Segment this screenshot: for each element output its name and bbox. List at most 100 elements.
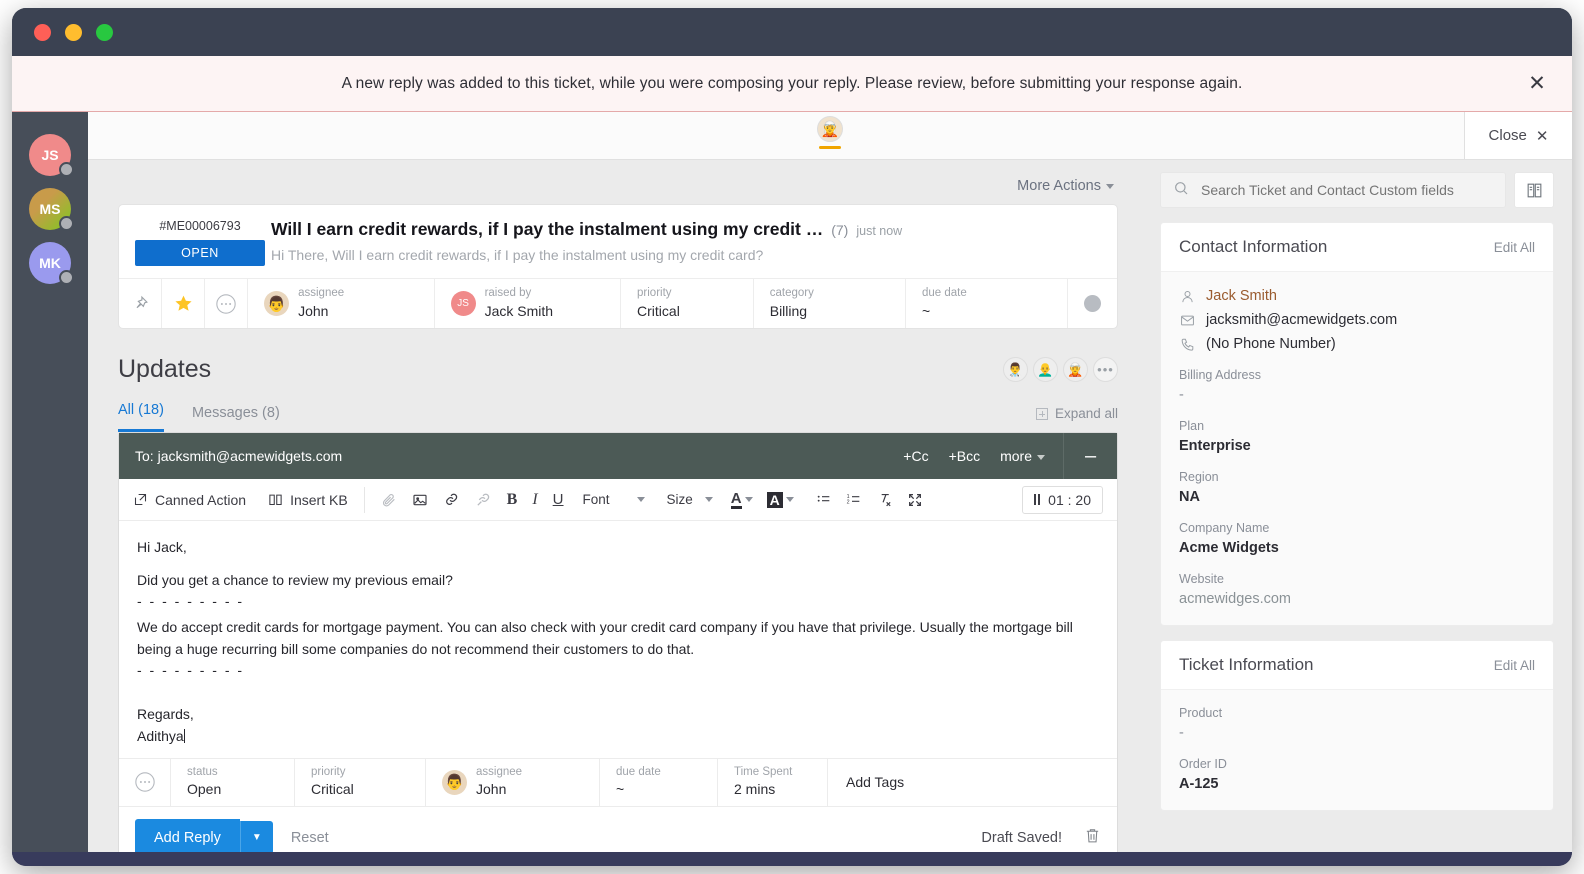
ticket-prop-category[interactable]: category Billing (754, 279, 906, 328)
fullscreen-icon[interactable] (907, 492, 923, 508)
ticket-prop-priority[interactable]: priority Critical (621, 279, 754, 328)
search-input[interactable] (1201, 182, 1493, 198)
to-address[interactable]: jacksmith@acmewidgets.com (158, 448, 343, 464)
participant-avatar[interactable]: 🧝 (1063, 357, 1088, 382)
ticket-subject-row[interactable]: Will I earn credit rewards, if I pay the… (271, 219, 1101, 240)
contact-email-row[interactable]: jacksmith@acmewidgets.com (1179, 312, 1535, 328)
prop-value: Open (187, 781, 222, 798)
add-reply-dropdown-button[interactable]: ▼ (239, 821, 273, 852)
image-icon[interactable] (412, 492, 428, 508)
edit-all-button[interactable]: Edit All (1494, 658, 1535, 673)
numbered-list-icon[interactable]: 12 (846, 492, 862, 508)
composer-body[interactable]: Hi Jack, Did you get a chance to review … (119, 521, 1117, 758)
body-paragraph: We do accept credit cards for mortgage p… (137, 619, 1073, 657)
reset-button[interactable]: Reset (291, 830, 329, 846)
bullet-list-icon[interactable] (816, 492, 832, 508)
unlink-icon[interactable] (475, 491, 492, 508)
participant-avatar[interactable]: 👨‍🦲 (1033, 357, 1058, 382)
right-sidebar: Contact Information Edit All Jack Smith (1148, 160, 1572, 852)
composer-prop-status[interactable]: status Open (171, 758, 295, 806)
window-bottom-bar (12, 852, 1572, 866)
star-icon[interactable] (162, 279, 206, 328)
highlight-color-icon[interactable]: A (766, 491, 794, 508)
field-value[interactable]: NA (1179, 489, 1535, 505)
minimize-icon[interactable]: – (1063, 433, 1117, 479)
link-icon[interactable] (443, 491, 460, 508)
gray-dot-icon (1084, 295, 1102, 312)
toolbar-divider (363, 486, 365, 513)
field-value[interactable]: Acme Widgets (1179, 540, 1535, 556)
composer-to-row: To: jacksmith@acmewidgets.com +Cc +Bcc m… (119, 433, 1117, 479)
rail-avatar-js[interactable]: JS (29, 134, 74, 177)
italic-icon[interactable]: I (532, 491, 537, 509)
tab-messages[interactable]: Messages (8) (192, 405, 280, 432)
close-label: Close (1488, 127, 1527, 144)
contact-phone-row[interactable]: (No Phone Number) (1179, 336, 1535, 352)
search-field-wrapper[interactable] (1160, 172, 1506, 208)
insert-kb-button[interactable]: Insert KB (268, 492, 348, 508)
plus-box-icon (1035, 407, 1048, 420)
composer-prop-priority[interactable]: priority Critical (295, 758, 426, 806)
status-badge[interactable]: OPEN (135, 240, 265, 266)
reply-composer: To: jacksmith@acmewidgets.com +Cc +Bcc m… (118, 432, 1118, 852)
add-reply-button[interactable]: Add Reply (135, 818, 240, 852)
field-value[interactable]: A-125 (1179, 776, 1535, 792)
search-icon (1173, 180, 1189, 201)
ticket-timestamp: just now (856, 224, 903, 238)
close-ticket-button[interactable]: Close ✕ (1464, 112, 1572, 159)
envelope-icon (1179, 313, 1195, 328)
ellipsis-icon[interactable] (205, 279, 249, 328)
ellipsis-icon[interactable] (119, 758, 171, 806)
close-icon: ✕ (1535, 127, 1549, 145)
expand-all-button[interactable]: Expand all (1035, 406, 1118, 432)
window-minimize-button[interactable] (65, 23, 82, 41)
composer-prop-assignee[interactable]: 👨 assignee John (426, 758, 600, 806)
attachment-icon[interactable] (381, 492, 397, 508)
window-close-button[interactable] (34, 23, 51, 41)
more-options-button[interactable]: more (1000, 448, 1045, 464)
add-tags-button[interactable]: Add Tags (828, 759, 1117, 806)
clear-format-icon[interactable] (876, 491, 893, 508)
bold-icon[interactable]: B (507, 491, 518, 509)
contact-name-row[interactable]: Jack Smith (1179, 288, 1535, 304)
active-tab-avatar[interactable]: 🧝 (815, 116, 845, 149)
composer-property-bar: status Open priority Critical 👨 assignee… (119, 757, 1117, 806)
underline-icon[interactable]: U (553, 491, 564, 508)
field-value[interactable]: - (1179, 387, 1535, 403)
window-zoom-button[interactable] (96, 23, 113, 41)
pin-icon[interactable] (119, 279, 163, 328)
field-value[interactable]: acmewidges.com (1179, 591, 1535, 607)
ticket-property-bar: 👨 assignee John JS raised by Jack Smith (119, 278, 1117, 328)
field-value[interactable]: Enterprise (1179, 438, 1535, 454)
alert-close-icon[interactable]: ✕ (1524, 71, 1550, 97)
composer-prop-time-spent[interactable]: Time Spent 2 mins (718, 758, 828, 806)
add-bcc-button[interactable]: +Bcc (949, 448, 981, 464)
ellipsis-icon[interactable]: ••• (1093, 357, 1118, 382)
timer-value: 01 : 20 (1048, 491, 1091, 508)
composer-prop-due-date[interactable]: due date ~ (600, 758, 718, 806)
prop-label: assignee (476, 765, 523, 778)
ticket-prop-more[interactable] (1068, 279, 1117, 328)
prop-value: Billing (769, 302, 808, 319)
book-icon[interactable] (1514, 172, 1554, 208)
add-cc-button[interactable]: +Cc (903, 448, 928, 464)
font-size-dropdown[interactable]: Size (667, 492, 713, 507)
canned-action-button[interactable]: Canned Action (133, 492, 246, 508)
time-tracker[interactable]: 01 : 20 (1022, 485, 1103, 514)
text-color-icon[interactable]: A (730, 491, 753, 509)
trash-icon[interactable] (1084, 826, 1101, 850)
field-value[interactable]: - (1179, 725, 1535, 741)
rail-avatar-mk[interactable]: MK (29, 242, 74, 285)
ticket-prop-due-date[interactable]: due date ~ (906, 279, 1069, 328)
font-family-dropdown[interactable]: Font (583, 492, 645, 507)
prop-value: ~ (616, 781, 625, 798)
tab-all[interactable]: All (18) (118, 402, 164, 432)
field-label: Region (1179, 470, 1219, 484)
rail-avatar-ms[interactable]: MS (29, 188, 74, 231)
sidebar-search-row (1160, 172, 1554, 208)
participant-avatar[interactable]: 👨‍⚕️ (1003, 357, 1028, 382)
edit-all-button[interactable]: Edit All (1494, 240, 1535, 255)
ticket-prop-assignee[interactable]: 👨 assignee John (248, 279, 435, 328)
more-actions-button[interactable]: More Actions (118, 172, 1118, 204)
ticket-prop-raised-by[interactable]: JS raised by Jack Smith (435, 279, 622, 328)
